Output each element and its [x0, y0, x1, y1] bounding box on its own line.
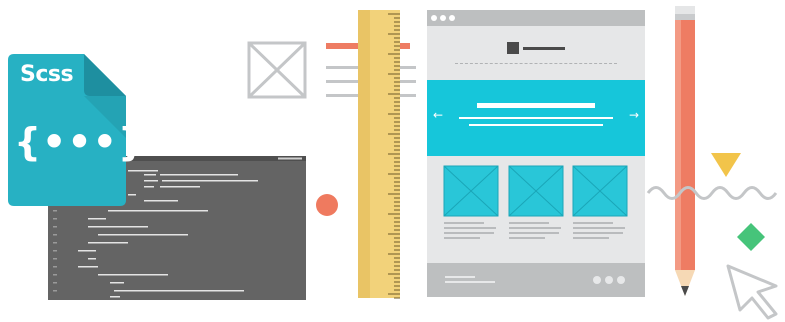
illustration-canvas: Scss {•••} ← → — [0, 0, 785, 322]
triangle-shape — [711, 153, 741, 177]
browser-titlebar — [427, 10, 645, 26]
hero-heading-bar — [477, 103, 595, 108]
window-dot-1 — [431, 15, 437, 21]
wireframe-nav — [455, 63, 617, 65]
window-dot-3 — [449, 15, 455, 21]
scss-file-icon: Scss {•••} — [8, 54, 145, 206]
hero-slider: ← → — [427, 80, 645, 156]
hero-text-line-2 — [469, 124, 603, 126]
orange-dot — [316, 194, 338, 216]
image-tiles — [443, 165, 628, 239]
wireframe-logo — [507, 42, 519, 54]
scss-braces: {•••} — [14, 120, 146, 164]
wireframe-browser: ← → — [427, 10, 645, 297]
window-dot-2 — [440, 15, 446, 21]
cursor-arrow-icon — [726, 264, 778, 320]
ruler-icon — [358, 10, 400, 299]
pencil-icon — [675, 6, 695, 296]
scss-label: Scss — [20, 62, 74, 87]
footer-dot-1 — [593, 276, 601, 284]
wireframe-footer — [427, 263, 645, 297]
footer-dot-2 — [605, 276, 613, 284]
diamond-shape — [737, 223, 765, 251]
footer-text-2 — [445, 281, 495, 283]
image-placeholder-icon — [247, 41, 307, 99]
squiggle-line — [646, 186, 778, 200]
wireframe-site-name — [523, 47, 565, 50]
footer-text-1 — [445, 276, 475, 278]
hero-text-line-1 — [459, 117, 613, 119]
slider-next-arrow[interactable]: → — [629, 108, 639, 122]
slider-prev-arrow[interactable]: ← — [433, 108, 443, 122]
footer-dot-3 — [617, 276, 625, 284]
